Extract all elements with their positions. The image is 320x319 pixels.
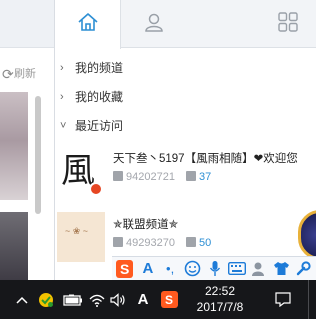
punctuation-icon[interactable]: •, xyxy=(161,258,180,280)
keyboard-icon[interactable] xyxy=(227,258,246,280)
clock-date: 2017/7/8 xyxy=(196,300,244,314)
people-icon xyxy=(186,237,197,247)
volume-icon[interactable] xyxy=(108,280,128,319)
chevron-right-icon: › xyxy=(60,62,64,74)
channel-id: 94202721 xyxy=(126,171,175,183)
left-panel-header xyxy=(0,0,54,48)
video-thumbnail[interactable] xyxy=(0,92,28,200)
menu-recent-visits[interactable]: ˅ 最近访问 xyxy=(55,113,316,139)
left-content-panel: ⟳ 刷新 xyxy=(0,0,55,280)
app-tray-icon[interactable] xyxy=(36,280,56,319)
menu-label: 我的收藏 xyxy=(75,90,124,104)
sogou-icon[interactable]: S xyxy=(116,259,134,278)
id-icon xyxy=(113,237,123,247)
input-language-indicator[interactable]: A xyxy=(134,280,152,319)
notification-icon[interactable] xyxy=(272,280,294,319)
channel-thumbnail: ~ ❀ ~ xyxy=(57,212,105,262)
shirt-icon[interactable] xyxy=(272,258,291,280)
wifi-icon[interactable] xyxy=(88,280,106,319)
refresh-button[interactable]: ⟳ 刷新 xyxy=(0,63,54,85)
system-clock[interactable]: 22:52 2017/7/8 xyxy=(188,283,252,317)
id-icon xyxy=(113,171,123,181)
chevron-down-icon: ˅ xyxy=(60,120,67,132)
tab-profile[interactable] xyxy=(121,0,187,48)
channel-meta: 94202721 37 xyxy=(113,171,211,185)
menu-label: 我的频道 xyxy=(75,61,124,75)
person-icon xyxy=(143,12,165,37)
menu-my-favorites[interactable]: › 我的收藏 xyxy=(55,84,316,110)
show-desktop-button[interactable] xyxy=(308,280,316,319)
apps-grid-icon xyxy=(277,11,299,37)
list-item[interactable]: 風 天下叁丶5197【風雨相随】❤欢迎您 94202721 37 xyxy=(55,142,316,206)
user-icon[interactable] xyxy=(249,258,268,280)
refresh-icon: ⟳ xyxy=(2,66,14,82)
video-thumbnail[interactable] xyxy=(0,212,28,280)
scrollbar[interactable] xyxy=(35,96,41,214)
svg-text:S: S xyxy=(165,293,173,307)
chevron-up-icon[interactable] xyxy=(14,280,30,319)
taskbar: A S 22:52 2017/7/8 xyxy=(0,280,316,319)
tab-bar xyxy=(55,0,316,49)
screen: ⟳ 刷新 › 我的频道 › 我的收藏 ˅ 最近访问 風 天下叁丶5197【風雨相… xyxy=(0,0,316,319)
battery-icon[interactable] xyxy=(60,280,86,319)
people-icon xyxy=(186,171,197,181)
emoji-icon[interactable] xyxy=(183,258,202,280)
tab-home[interactable] xyxy=(55,0,121,49)
clock-time: 22:52 xyxy=(204,284,236,298)
microphone-icon[interactable] xyxy=(205,258,224,280)
wrench-icon[interactable] xyxy=(294,258,313,280)
channel-panel: › 我的频道 › 我的收藏 ˅ 最近访问 風 天下叁丶5197【風雨相随】❤欢迎… xyxy=(55,0,316,280)
channel-id: 49293270 xyxy=(126,237,175,249)
member-count: 37 xyxy=(199,171,212,183)
sogou-tray-icon[interactable]: S xyxy=(158,280,180,319)
channel-thumbnail: 風 xyxy=(57,146,105,196)
tab-apps[interactable] xyxy=(260,0,316,48)
channel-meta: 49293270 50 xyxy=(113,237,211,251)
refresh-label: 刷新 xyxy=(14,68,36,80)
menu-label: 最近访问 xyxy=(75,119,124,133)
channel-title: 天下叁丶5197【風雨相随】❤欢迎您 xyxy=(113,153,298,165)
member-count: 50 xyxy=(199,237,212,249)
menu-my-channels[interactable]: › 我的频道 xyxy=(55,55,316,81)
chevron-right-icon: › xyxy=(60,91,64,103)
letter-a-icon[interactable]: A xyxy=(138,258,157,280)
ime-toolbar: S A •, xyxy=(112,256,316,280)
channel-title: ✯联盟频道✯ xyxy=(113,219,179,231)
thumbnail-decoration: ~ ❀ ~ xyxy=(65,226,89,236)
home-icon xyxy=(77,12,99,37)
status-badge xyxy=(89,182,103,196)
